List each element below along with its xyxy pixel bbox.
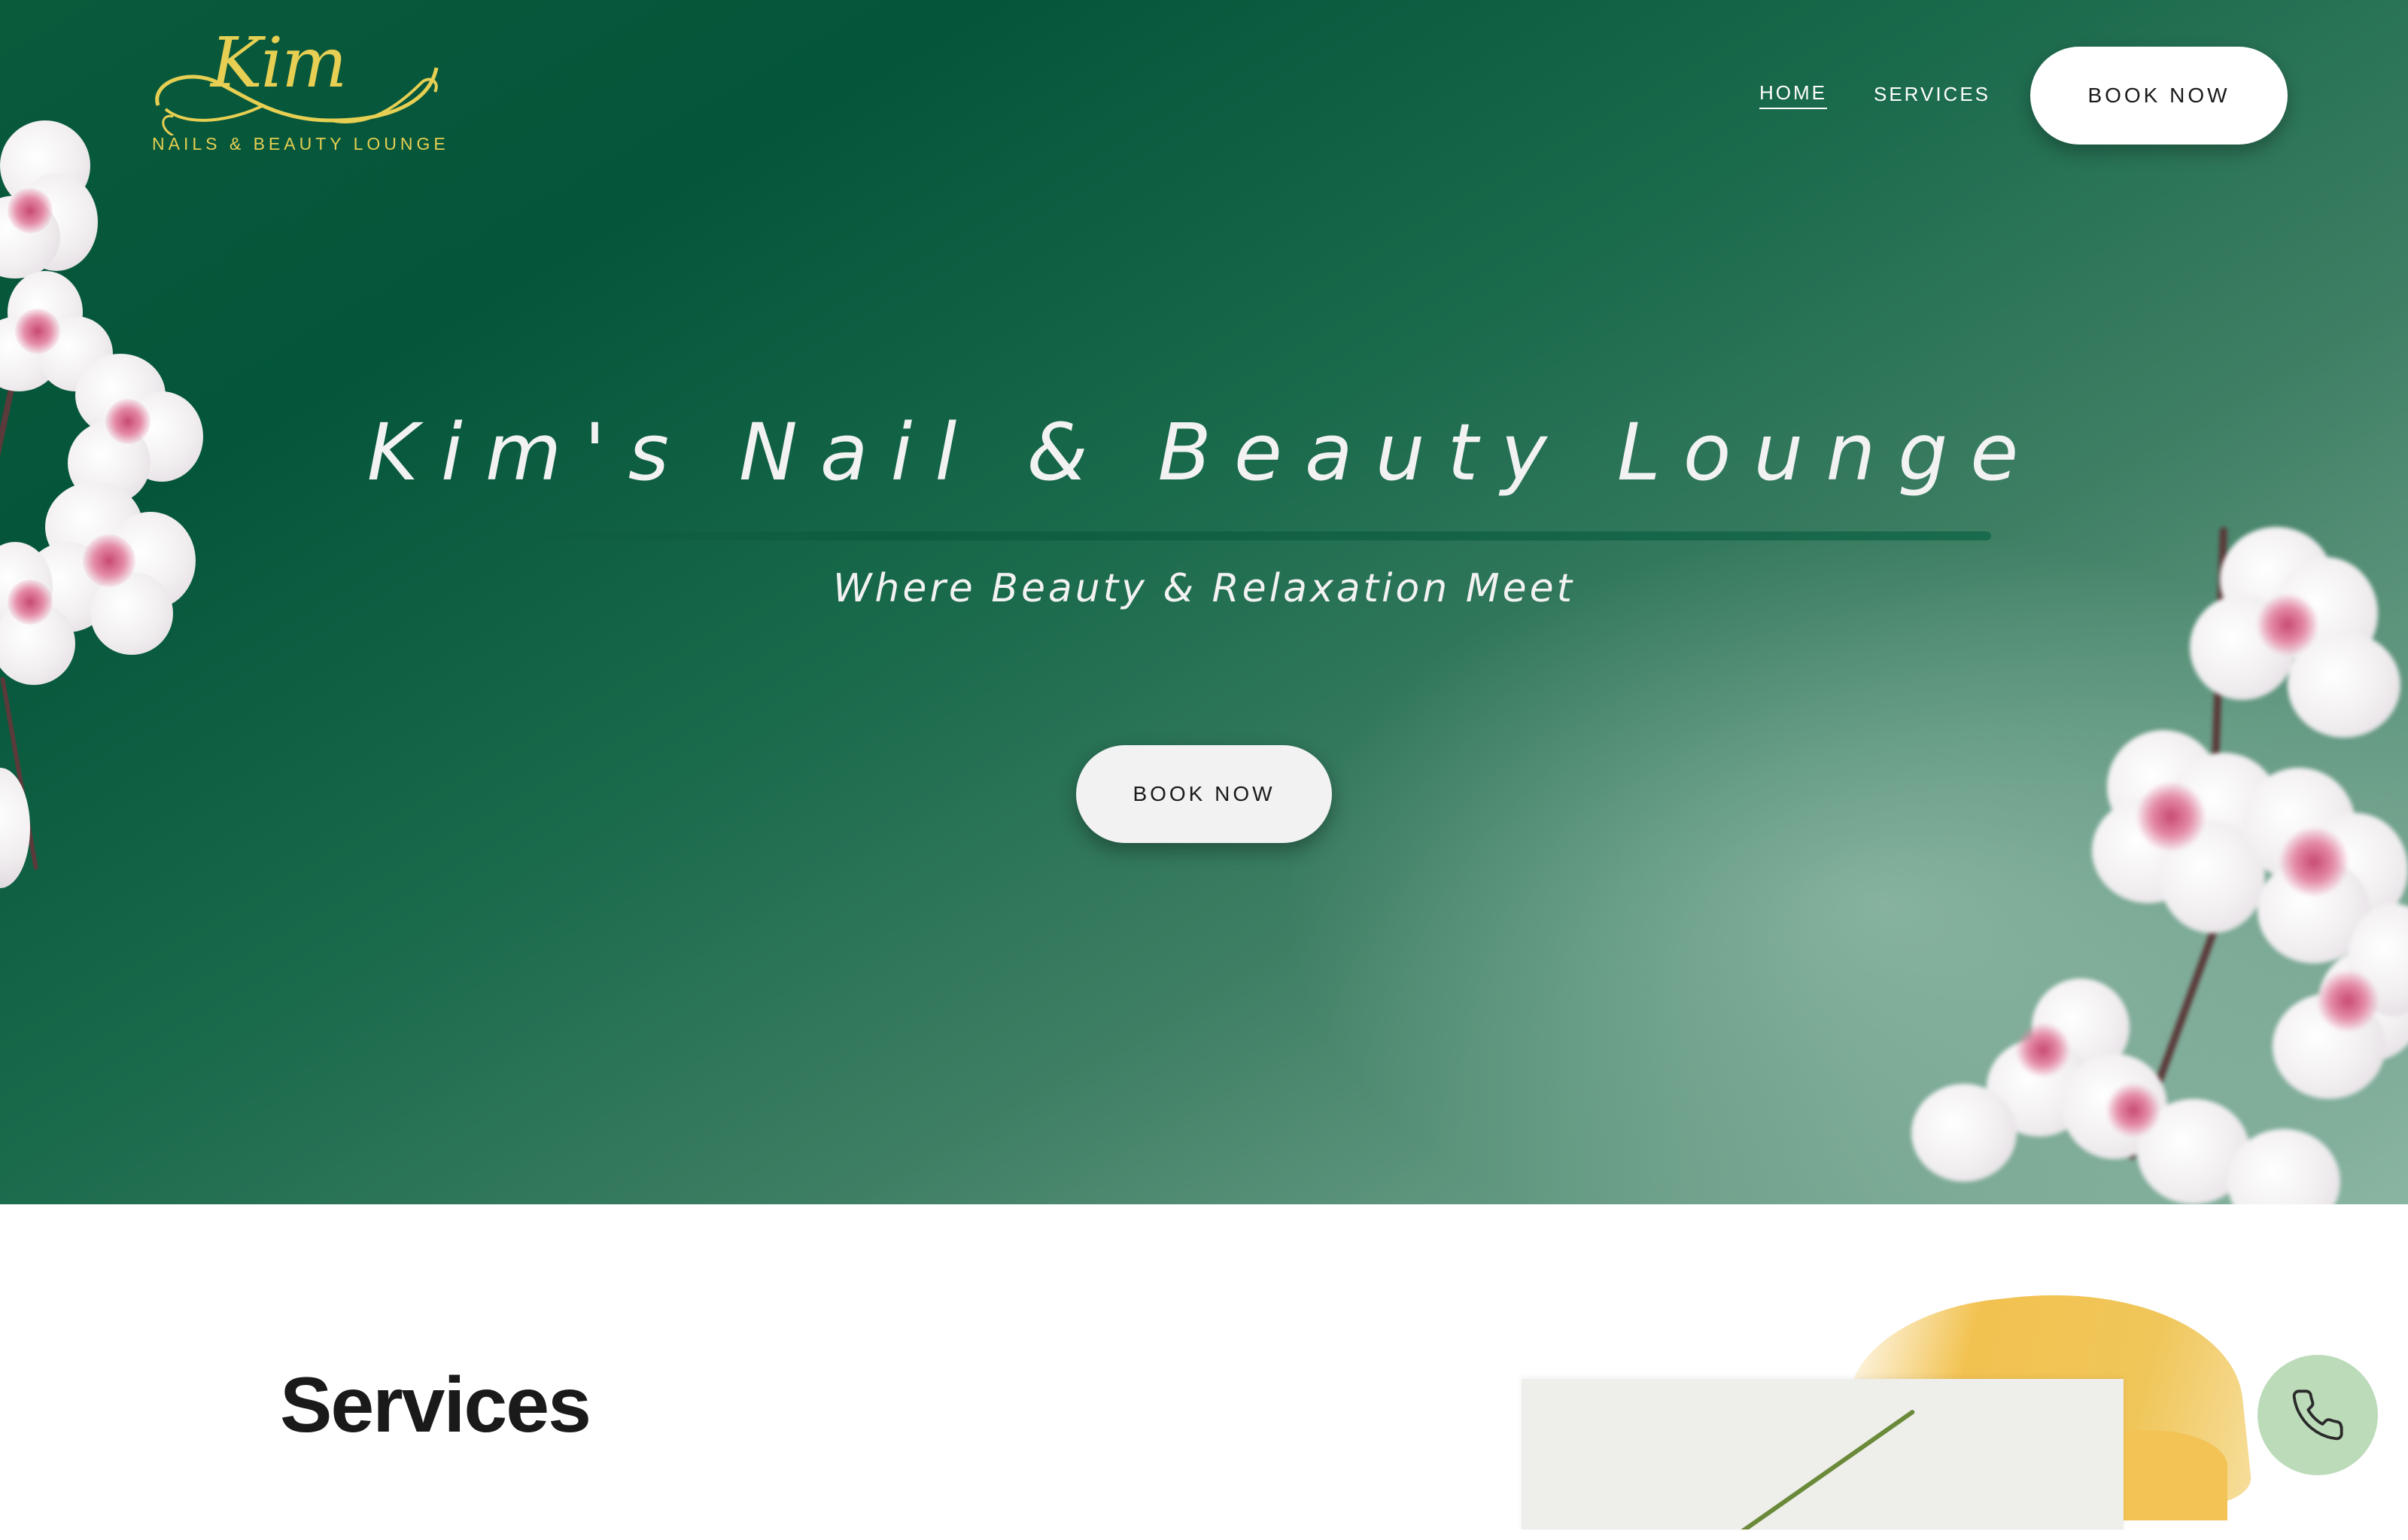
- services-image: [1522, 1379, 2124, 1529]
- phone-call-button[interactable]: [2258, 1355, 2378, 1475]
- brand-logo[interactable]: Kim NAILS & BEAUTY LOUNGE: [143, 23, 445, 158]
- logo-subtitle: NAILS & BEAUTY LOUNGE: [152, 134, 449, 154]
- nav-link-services[interactable]: SERVICES: [1874, 83, 1990, 106]
- hero-title: Kim's Nail & Beauty Lounge: [366, 406, 2042, 498]
- logo-script-text: Kim: [211, 23, 347, 103]
- hero-subtitle: Where Beauty & Relaxation Meet: [833, 566, 1575, 611]
- phone-icon: [2292, 1389, 2343, 1441]
- hero-section: Kim NAILS & BEAUTY LOUNGE HOME SERVICES …: [0, 0, 2408, 1204]
- services-heading: Services: [280, 1362, 591, 1449]
- plant-stem: [1715, 1409, 1916, 1529]
- hero-divider: [417, 531, 1991, 540]
- book-now-hero-button[interactable]: BOOK NOW: [1076, 745, 1332, 843]
- nav-link-home[interactable]: HOME: [1759, 81, 1827, 109]
- book-now-nav-button[interactable]: BOOK NOW: [2030, 47, 2288, 145]
